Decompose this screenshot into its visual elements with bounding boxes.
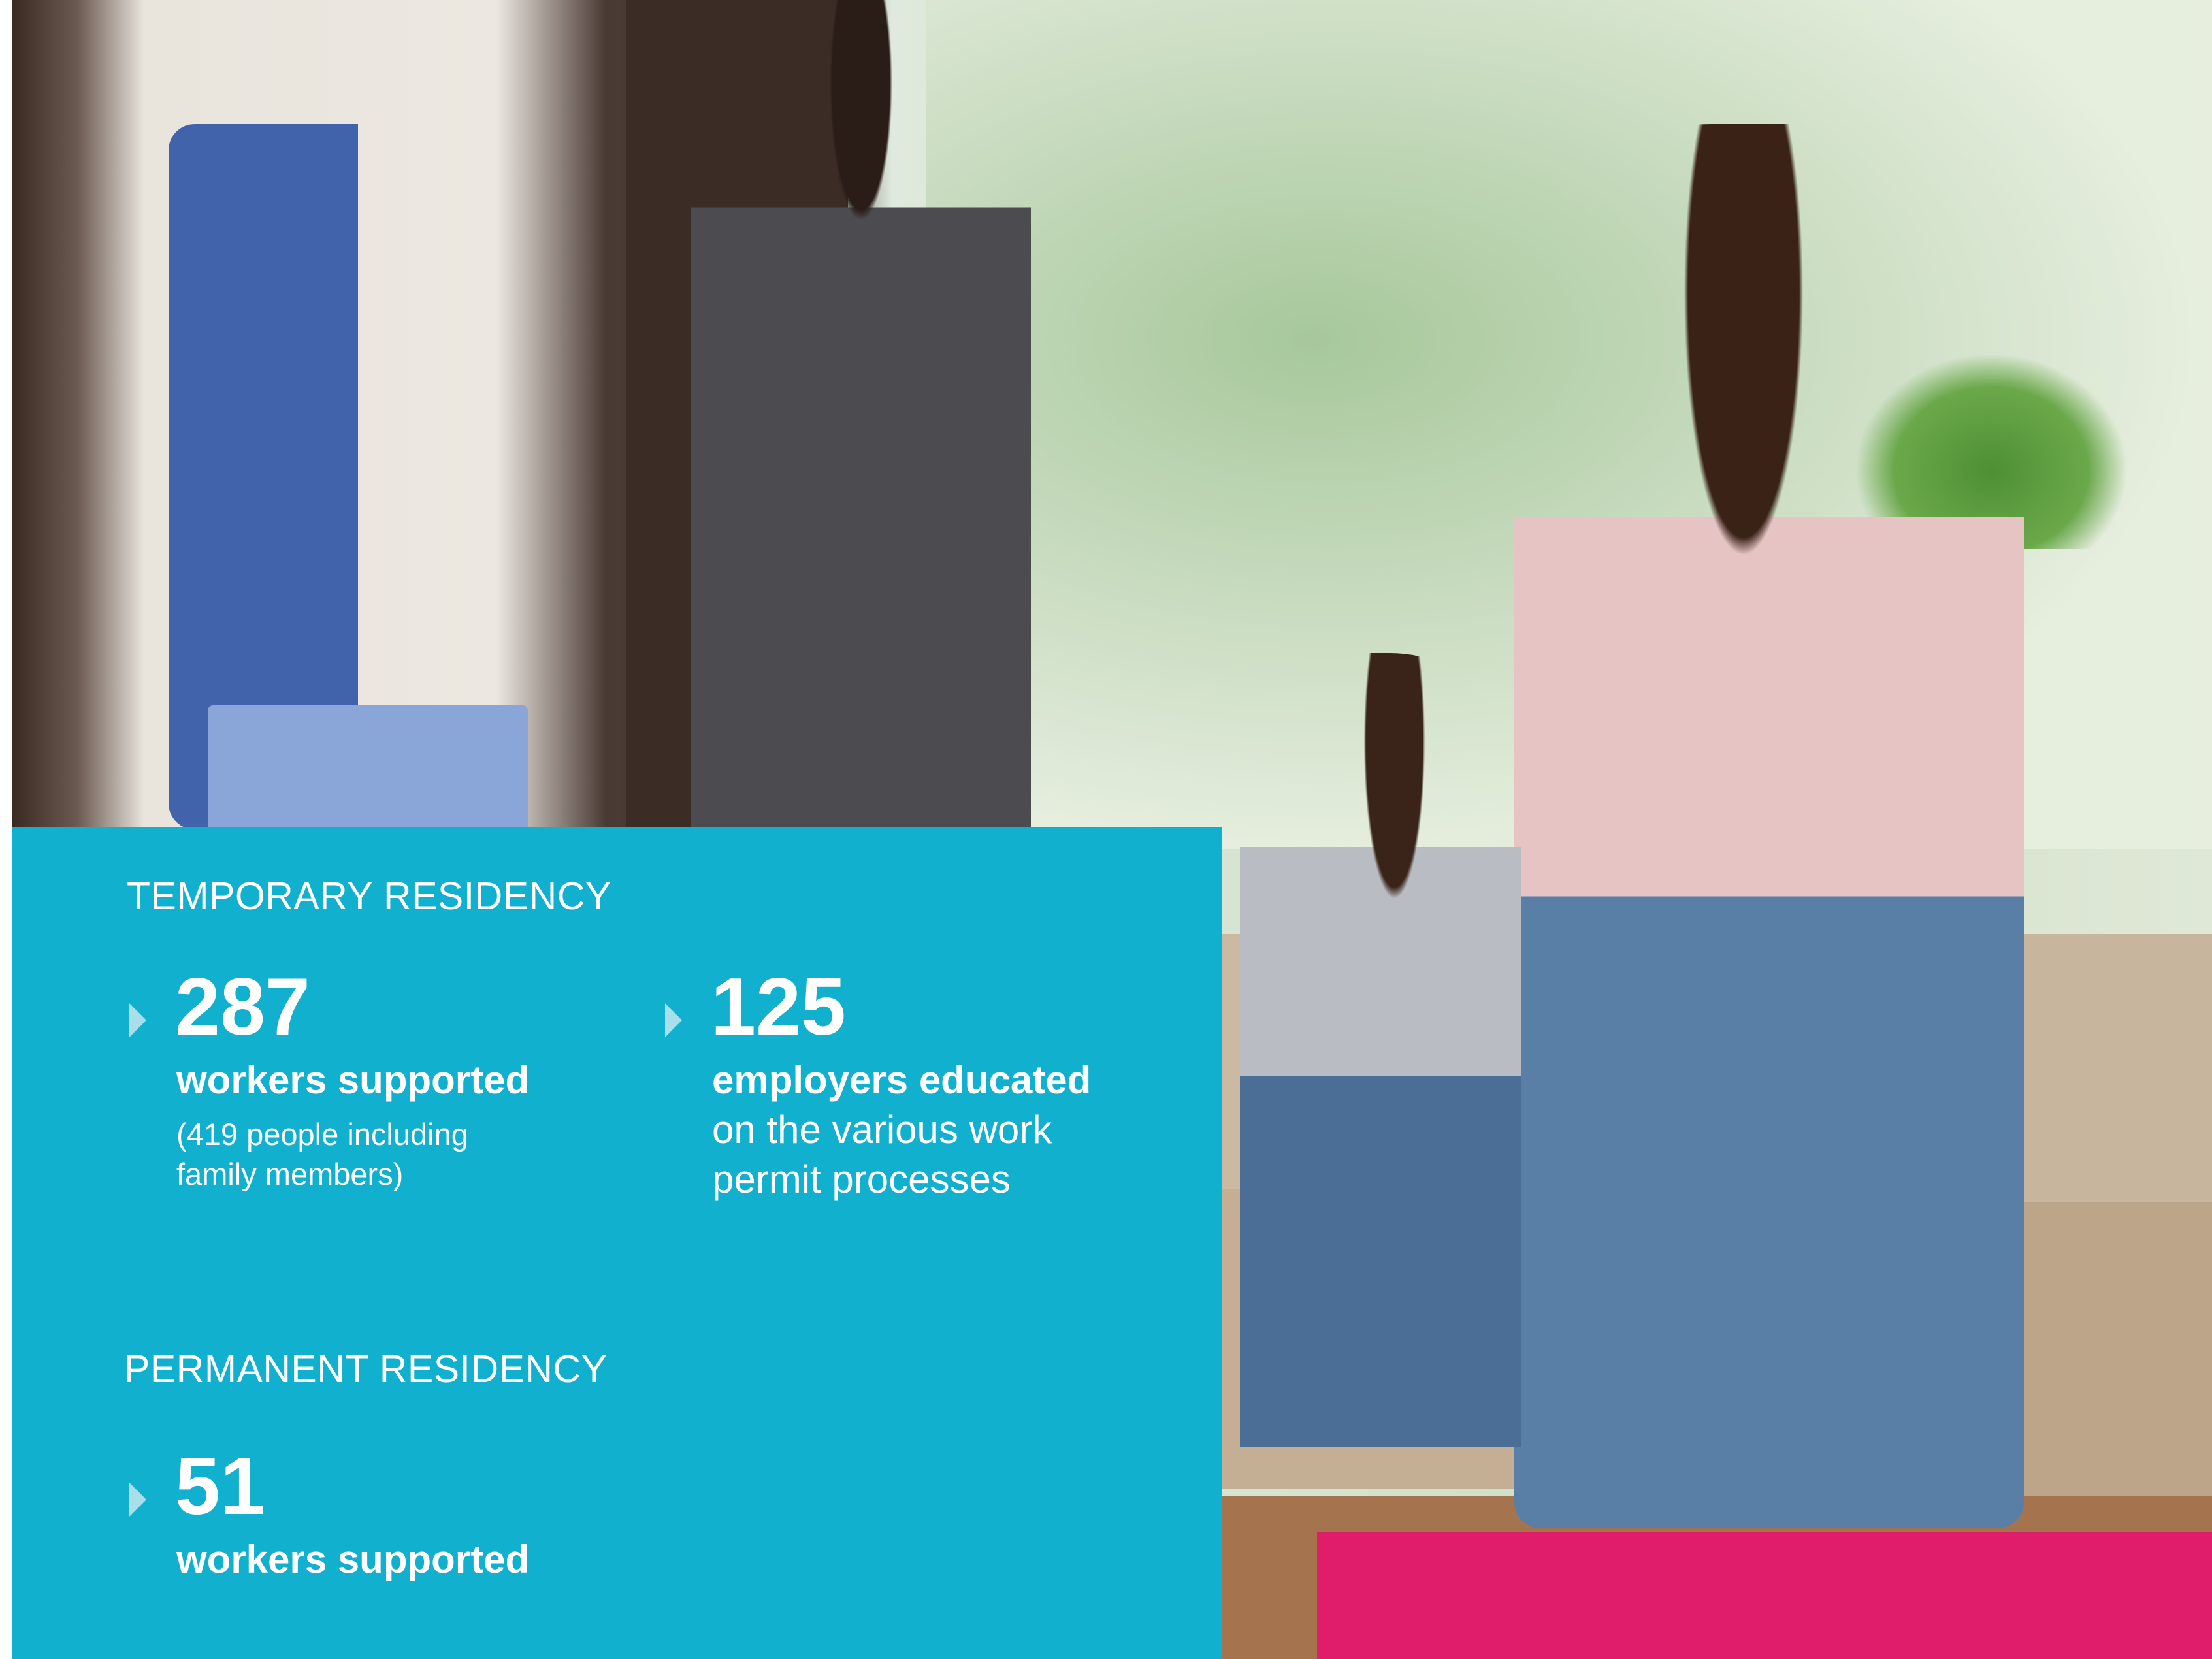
stat-detail: family members) [176, 1157, 404, 1191]
stats-panel: TEMPORARY RESIDENCY 287 workers supporte… [12, 827, 1222, 1659]
triangle-bullet-icon [129, 1003, 146, 1037]
stat-detail: (419 people including [176, 1117, 468, 1152]
stat-detail: on the various work [712, 1108, 1052, 1152]
stat-label: workers supported [176, 1058, 530, 1102]
accent-bar [1317, 1532, 2212, 1659]
triangle-bullet-icon [665, 1003, 682, 1037]
temporary-residency-heading: TEMPORARY RESIDENCY [127, 875, 611, 918]
mother-figure [1514, 124, 2024, 1528]
permanent-residency-heading: PERMANENT RESIDENCY [124, 1347, 608, 1391]
triangle-bullet-icon [129, 1483, 146, 1517]
stat-number: 51 [175, 1442, 265, 1532]
father-figure [691, 0, 1031, 830]
stat-label: employers educated [712, 1058, 1092, 1102]
stat-number: 287 [175, 962, 310, 1052]
child-figure [1240, 653, 1521, 1535]
stat-number: 125 [711, 962, 846, 1052]
stat-detail: permit processes [712, 1157, 1011, 1201]
stat-label: workers supported [176, 1538, 530, 1581]
